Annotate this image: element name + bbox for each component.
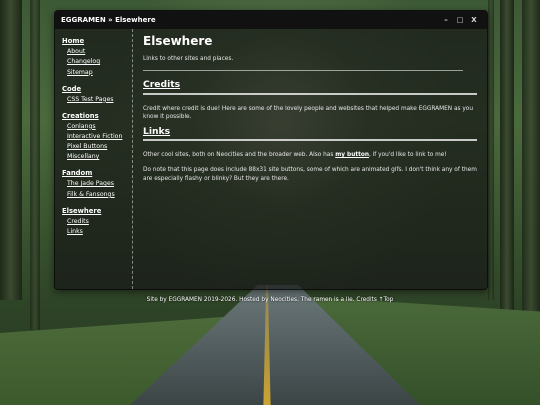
intro-text: Links to other sites and places.: [143, 56, 234, 63]
site-footer: Site by EGGRAMEN 2019-2026. Hosted by Ne…: [0, 297, 540, 303]
links-heading[interactable]: Links: [143, 127, 477, 136]
nav-item-sitemap[interactable]: Sitemap: [67, 69, 132, 76]
nav-item-changelog[interactable]: Changelog: [67, 58, 132, 65]
page-title: Elsewhere: [143, 34, 213, 48]
nav-heading-creations[interactable]: Creations: [62, 112, 132, 120]
footer-top-link[interactable]: ↑Top: [379, 297, 394, 303]
nav-group-fandom: Fandom The Jade Pages Filk & Fansongs: [62, 169, 132, 197]
nav-heading-fandom[interactable]: Fandom: [62, 169, 132, 177]
divider: [143, 70, 463, 72]
minimize-icon[interactable]: –: [439, 16, 453, 24]
nav-item-filk-fansongs[interactable]: Filk & Fansongs: [67, 191, 132, 198]
title-bar: EGGRAMEN » Elsewhere – □ X: [55, 11, 487, 29]
nav-item-css-test-pages[interactable]: CSS Test Pages: [67, 96, 132, 103]
nav-item-credits[interactable]: Credits: [67, 218, 132, 225]
nav-item-interactive-fiction[interactable]: Interactive Fiction: [67, 133, 132, 140]
links-text-after: , if you'd like to link to me!: [368, 152, 447, 159]
nav-item-links[interactable]: Links: [67, 228, 132, 235]
nav-group-home: Home About Changelog Sitemap: [62, 37, 132, 76]
nav-group-creations: Creations Conlangs Interactive Fiction P…: [62, 112, 132, 161]
credits-text: Credit where credit is due! Here are som…: [143, 105, 474, 120]
nav-item-about[interactable]: About: [67, 48, 132, 55]
sidebar-nav: Home About Changelog Sitemap Code CSS Te…: [55, 29, 133, 289]
buttons-note-text: Do note that this page does include 88x3…: [143, 167, 477, 182]
maximize-icon[interactable]: □: [453, 16, 467, 24]
nav-group-elsewhere: Elsewhere Credits Links: [62, 207, 132, 235]
browser-window: EGGRAMEN » Elsewhere – □ X Home About Ch…: [54, 10, 488, 290]
nav-item-jade-pages[interactable]: The Jade Pages: [67, 180, 132, 187]
nav-heading-elsewhere[interactable]: Elsewhere: [62, 207, 132, 215]
window-title: EGGRAMEN » Elsewhere: [61, 16, 156, 24]
nav-item-conlangs[interactable]: Conlangs: [67, 123, 132, 130]
credits-heading-underline: [143, 92, 477, 95]
credits-heading[interactable]: Credits: [143, 80, 477, 89]
links-heading-underline: [143, 139, 477, 142]
nav-item-miscellany[interactable]: Miscellany: [67, 153, 132, 160]
main-content: Elsewhere Links to other sites and place…: [133, 29, 487, 289]
my-button-link[interactable]: my button: [335, 152, 369, 158]
footer-credits-link[interactable]: Credits: [356, 297, 376, 303]
nav-heading-home[interactable]: Home: [62, 37, 132, 45]
links-text: Other cool sites, both on Neocities and …: [143, 151, 477, 159]
close-icon[interactable]: X: [467, 16, 481, 24]
links-text-before: Other cool sites, both on Neocities and …: [143, 152, 336, 159]
nav-heading-code[interactable]: Code: [62, 85, 132, 93]
nav-item-pixel-buttons[interactable]: Pixel Buttons: [67, 143, 132, 150]
nav-group-code: Code CSS Test Pages: [62, 85, 132, 103]
footer-text: Site by EGGRAMEN 2019-2026. Hosted by Ne…: [146, 297, 355, 303]
